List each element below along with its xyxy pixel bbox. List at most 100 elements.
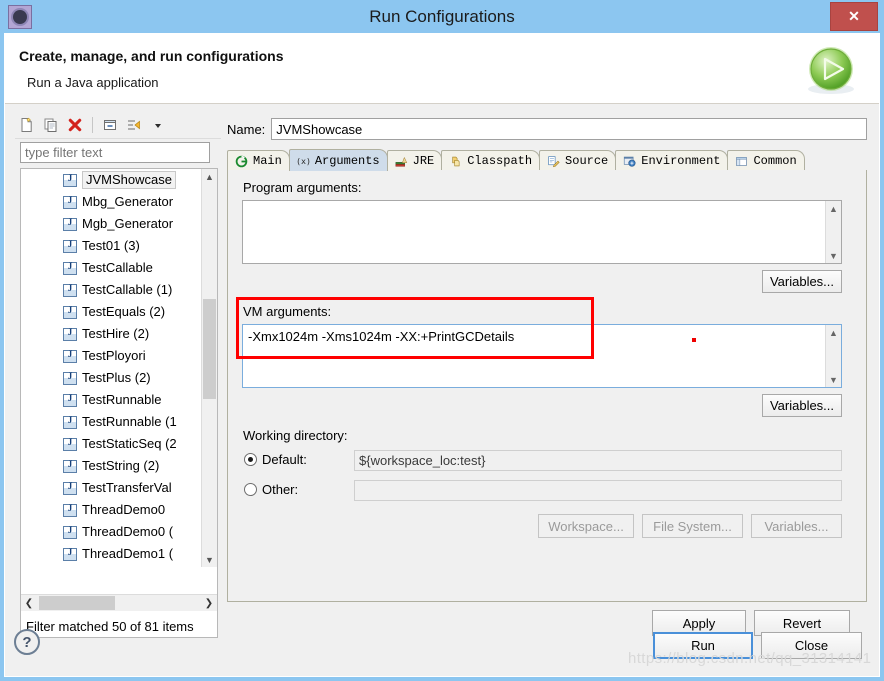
filter-icon[interactable] xyxy=(122,114,146,136)
program-arguments-group: Program arguments: ▲ ▼ Variables... xyxy=(240,180,852,300)
tab-bar-filler xyxy=(803,150,867,171)
default-directory-field[interactable]: ${workspace_loc:test} xyxy=(354,450,842,471)
tree-item[interactable]: ThreadDemo1 ( xyxy=(21,543,203,565)
duplicate-icon[interactable] xyxy=(39,114,63,136)
tree-item[interactable]: Mgb_Generator xyxy=(21,213,203,235)
tab-main[interactable]: Main xyxy=(227,150,290,171)
scroll-down-icon[interactable]: ▼ xyxy=(826,248,841,263)
java-class-icon xyxy=(63,239,77,253)
tab-common[interactable]: Common xyxy=(727,150,805,171)
working-directory-variables-button[interactable]: Variables... xyxy=(751,514,842,538)
scroll-left-icon[interactable]: ❮ xyxy=(21,595,37,611)
tree-item[interactable]: TestRunnable xyxy=(21,389,203,411)
file-system-button[interactable]: File System... xyxy=(642,514,743,538)
program-arguments-label: Program arguments: xyxy=(240,180,365,195)
program-arguments-scrollbar[interactable]: ▲ ▼ xyxy=(825,201,841,263)
scroll-up-icon[interactable]: ▲ xyxy=(826,325,841,340)
default-radio-row[interactable]: Default: xyxy=(244,452,307,467)
tree-item[interactable]: TestString (2) xyxy=(21,455,203,477)
other-radio-label: Other: xyxy=(262,482,299,497)
java-class-icon xyxy=(63,547,77,561)
filter-input[interactable] xyxy=(20,142,210,163)
tree-item-label: TestEquals (2) xyxy=(82,304,166,319)
tree-horizontal-scrollbar[interactable]: ❮ ❯ xyxy=(21,594,217,611)
scroll-down-icon[interactable]: ▼ xyxy=(202,552,217,567)
tree-item-label: JVMShowcase xyxy=(82,171,176,189)
tab-jre[interactable]: JRE xyxy=(386,150,443,171)
vm-arguments-group: VM arguments: -Xmx1024m -Xms1024m -XX:+P… xyxy=(240,304,852,424)
filter-status-text: Filter matched 50 of 81 items xyxy=(26,619,194,634)
tree-item[interactable]: Mbg_Generator xyxy=(21,191,203,213)
tab-label: Source xyxy=(565,154,609,168)
run-play-icon xyxy=(808,47,854,94)
classpath-jars-icon xyxy=(452,156,460,166)
tree-item-label: Mbg_Generator xyxy=(82,194,174,209)
tab-arguments[interactable]: (x)= Arguments xyxy=(288,149,388,171)
vm-arguments-label: VM arguments: xyxy=(240,304,335,319)
scroll-up-icon[interactable]: ▲ xyxy=(826,201,841,216)
tree-item[interactable]: TestRunnable (1 xyxy=(21,411,203,433)
tab-label: Environment xyxy=(641,154,721,168)
tab-environment[interactable]: Environment xyxy=(615,150,729,171)
help-question-icon[interactable]: ? xyxy=(14,629,40,655)
tree-item[interactable]: TestEquals (2) xyxy=(21,301,203,323)
tree-item[interactable]: TestStaticSeq (2 xyxy=(21,433,203,455)
arguments-variable-icon: (x)= xyxy=(296,156,311,166)
working-directory-label: Working directory: xyxy=(240,428,351,443)
svg-text:(x)=: (x)= xyxy=(296,156,311,166)
java-class-icon xyxy=(63,415,77,429)
new-launch-configuration-icon[interactable] xyxy=(15,114,39,136)
scroll-up-icon[interactable]: ▲ xyxy=(202,169,217,184)
tree-item-jvmshowcase[interactable]: JVMShowcase xyxy=(21,169,203,191)
close-button[interactable]: ✕ xyxy=(830,2,878,31)
scroll-right-icon[interactable]: ❯ xyxy=(201,595,217,611)
tree-item-label: ThreadDemo1 ( xyxy=(82,546,174,561)
horizontal-scroll-thumb[interactable] xyxy=(39,596,115,610)
tree-item-label: ThreadDemo0 xyxy=(82,502,166,517)
tree-item[interactable]: ThreadDemo1 ( xyxy=(21,565,203,567)
collapse-all-icon[interactable] xyxy=(98,114,122,136)
tree-item[interactable]: TestPloyori xyxy=(21,345,203,367)
program-arguments-textarea[interactable]: ▲ ▼ xyxy=(242,200,842,264)
scroll-down-icon[interactable]: ▼ xyxy=(826,372,841,387)
workspace-button[interactable]: Workspace... xyxy=(538,514,634,538)
java-class-icon xyxy=(63,371,77,385)
tree-item[interactable]: ThreadDemo0 ( xyxy=(21,521,203,543)
other-directory-field[interactable] xyxy=(354,480,842,501)
other-radio[interactable] xyxy=(244,483,257,496)
window-title: Run Configurations xyxy=(369,7,515,26)
tree-item[interactable]: TestPlus (2) xyxy=(21,367,203,389)
tree-item[interactable]: ThreadDemo0 xyxy=(21,499,203,521)
run-configurations-dialog: Create, manage, and run configurations R… xyxy=(4,33,880,677)
java-class-icon xyxy=(63,481,77,495)
common-window-icon xyxy=(736,156,748,166)
vm-arguments-variables-button[interactable]: Variables... xyxy=(762,394,842,417)
tree-item[interactable]: TestCallable (1) xyxy=(21,279,203,301)
vertical-scroll-thumb[interactable] xyxy=(203,299,216,399)
tree-item-label: TestString (2) xyxy=(82,458,160,473)
tab-bar: Main (x)= Arguments JRE xyxy=(227,149,867,172)
tab-classpath[interactable]: Classpath xyxy=(441,150,541,171)
default-radio[interactable] xyxy=(244,453,257,466)
chevron-down-icon[interactable] xyxy=(146,114,170,136)
tree-item[interactable]: Test01 (3) xyxy=(21,235,203,257)
other-radio-row[interactable]: Other: xyxy=(244,482,298,497)
tab-label: Common xyxy=(753,154,797,168)
tab-source[interactable]: Source xyxy=(539,150,617,171)
program-arguments-variables-button[interactable]: Variables... xyxy=(762,270,842,293)
name-input[interactable] xyxy=(271,118,867,140)
tree-vertical-scrollbar[interactable]: ▲ ▼ xyxy=(201,169,217,567)
close-dialog-button[interactable]: Close xyxy=(761,632,862,659)
vm-arguments-textarea[interactable]: -Xmx1024m -Xms1024m -XX:+PrintGCDetails … xyxy=(242,324,842,388)
configuration-editor: Name: Main (x)= Arguments xyxy=(227,112,867,636)
tree-item-label: TestHire (2) xyxy=(82,326,150,341)
tree-item[interactable]: TestHire (2) xyxy=(21,323,203,345)
vm-arguments-scrollbar[interactable]: ▲ ▼ xyxy=(825,325,841,387)
tree-item-label: TestStaticSeq (2 xyxy=(82,436,177,451)
delete-icon[interactable] xyxy=(63,114,87,136)
tree-item[interactable]: TestTransferVal xyxy=(21,477,203,499)
configurations-tree[interactable]: JVMShowcase Mbg_Generator Mgb_Generator … xyxy=(20,168,218,638)
tree-item[interactable]: TestCallable xyxy=(21,257,203,279)
main-circle-icon xyxy=(235,155,248,167)
run-button[interactable]: Run xyxy=(653,632,753,659)
